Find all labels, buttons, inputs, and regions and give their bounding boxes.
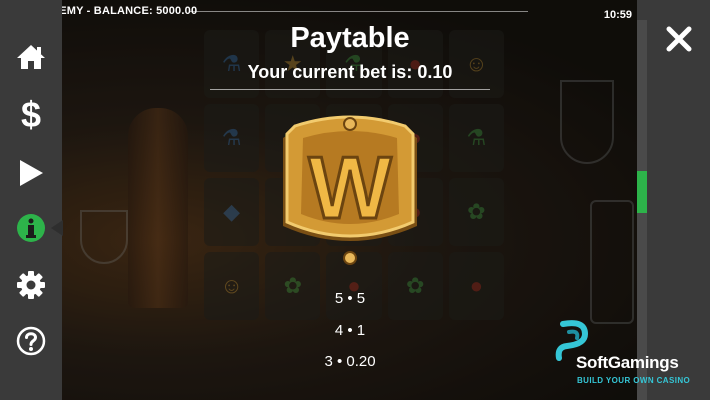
top-divider (190, 11, 528, 12)
payout-row: 5 • 5 (334, 290, 366, 307)
brand-tagline: BUILD YOUR OWN CASINO (577, 376, 691, 385)
clock: 10:59 (603, 9, 632, 21)
info-icon (17, 214, 45, 242)
scrollbar-thumb[interactable] (637, 171, 647, 213)
dollar-icon: $ (20, 94, 42, 135)
sidebar-item-info[interactable] (11, 208, 51, 248)
home-icon (17, 45, 45, 69)
wild-letter: W (308, 138, 391, 237)
payout-row: 4 • 1 (334, 322, 366, 339)
close-icon (666, 26, 692, 52)
gear-icon (17, 271, 45, 299)
sidebar-item-help[interactable] (11, 321, 51, 361)
wild-symbol: W (275, 108, 425, 268)
play-icon (20, 160, 43, 186)
current-bet-text: Your current bet is: 0.10 (247, 62, 453, 82)
sidebar-item-play[interactable] (11, 153, 51, 193)
brand-name: SoftGamings (576, 353, 679, 372)
paytable-title: Paytable (290, 22, 410, 54)
sidebar-item-cashier[interactable]: $ (11, 94, 51, 135)
sidebar-item-home[interactable] (11, 37, 51, 77)
payout-row: 3 • 0.20 (324, 353, 376, 370)
brand-logo: SoftGamings BUILD YOUR OWN CASINO (555, 320, 705, 390)
sidebar-item-settings[interactable] (11, 265, 51, 305)
active-indicator (51, 220, 63, 236)
title-divider (210, 89, 490, 90)
sidebar: $ (0, 0, 62, 400)
close-button[interactable] (664, 24, 694, 54)
question-icon (16, 326, 46, 356)
status-bar: WILDCHEMY - BALANCE: 5000.00 10:59 (0, 0, 710, 21)
